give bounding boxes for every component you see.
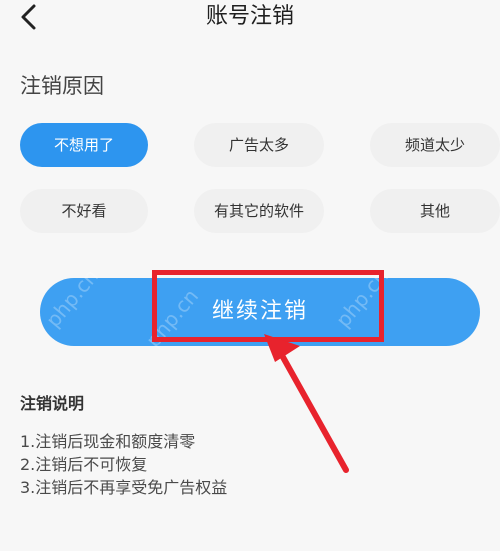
- note-item: 2.注销后不可恢复: [20, 455, 148, 474]
- cancel-reason-title: 注销原因: [20, 74, 104, 98]
- continue-cancel-label: 继续注销: [211, 299, 308, 324]
- reason-chip-too-few-channels[interactable]: 频道太少: [370, 123, 500, 167]
- cancel-notes-list: 1.注销后现金和额度清零 2.注销后不可恢复 3.注销后不再享受免广告权益: [20, 430, 480, 499]
- note-item: 3.注销后不再享受免广告权益: [20, 478, 228, 497]
- note-item: 1.注销后现金和额度清零: [20, 432, 196, 451]
- reason-chip-not-good[interactable]: 不好看: [20, 189, 148, 233]
- reason-chip-other-software[interactable]: 有其它的软件: [194, 189, 324, 233]
- app-header: 账号注销: [0, 0, 500, 40]
- page-title: 账号注销: [205, 4, 294, 29]
- reason-chip-too-many-ads[interactable]: 广告太多: [194, 123, 324, 167]
- reason-chip-no-longer-used[interactable]: 不想用了: [20, 123, 148, 167]
- continue-cancel-button[interactable]: 继续注销: [40, 278, 480, 346]
- reason-chip-other[interactable]: 其他: [370, 189, 500, 233]
- cancel-notes-title: 注销说明: [20, 394, 85, 413]
